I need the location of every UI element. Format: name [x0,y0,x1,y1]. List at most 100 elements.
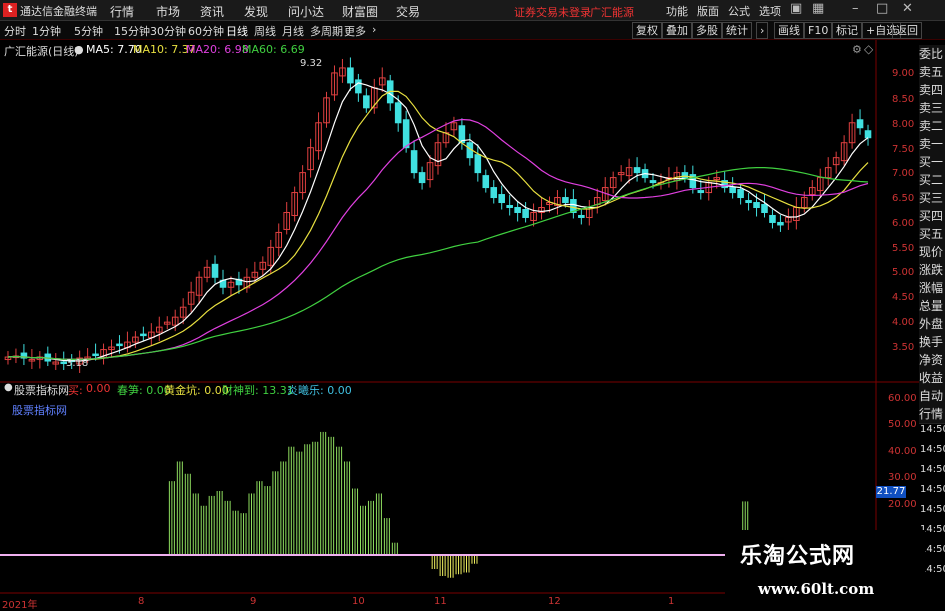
indicator-toggle-icon[interactable]: ● [4,382,13,393]
time-label: 14:50 [920,504,945,515]
side-price[interactable]: 现价 [919,243,945,262]
candle-body [633,167,641,174]
side-buy5[interactable]: 买五 [919,225,945,244]
legend-ma60: MA60: 6.69 [242,43,305,56]
x-axis-label: 9 [250,596,257,607]
side-sell3[interactable]: 卖三 [919,99,945,118]
price-tick: 4.50 [892,292,915,303]
btn-tongji[interactable]: 统计 [722,22,752,39]
side-buy1[interactable]: 买一 [919,153,945,172]
menu-caifuquan[interactable]: 财富圈 [342,3,378,20]
price-tick: 5.00 [892,267,915,278]
login-warning[interactable]: 证券交易未登录 [514,4,591,20]
skin-icon[interactable]: ▣ [790,1,802,16]
btn-fanhui[interactable]: 返回 [892,22,922,39]
btn-biaoji[interactable]: 标记 [832,22,862,39]
btn-duogu[interactable]: 多股 [692,22,722,39]
side-auto[interactable]: 自动 [919,387,945,406]
tf-multi[interactable]: 多周期 [310,23,343,39]
menu-faxian[interactable]: 发现 [244,3,268,20]
minimize-icon[interactable]: – [852,1,859,16]
x-axis-label: 12 [548,596,561,607]
candle-body [116,343,123,347]
menu-wenxiaoda[interactable]: 问小达 [288,3,324,20]
candle-body [498,194,505,204]
tf-5min[interactable]: 5分钟 [74,23,103,39]
side-sell5[interactable]: 卖五 [919,63,945,82]
settings-icon[interactable]: ⚙ [852,43,862,56]
legend-yanyangle: 炎曦乐: 0.00 [287,384,352,397]
side-change-pct[interactable]: 涨幅 [919,279,945,298]
time-label: 14:50 [920,464,945,475]
menu-zixun[interactable]: 资讯 [200,3,224,20]
tf-more[interactable]: 更多 [344,23,366,39]
side-buy3[interactable]: 买三 [919,189,945,208]
kline-chart[interactable] [0,40,945,609]
side-net-assets[interactable]: 净资 [919,351,945,370]
legend-caishen: 财神到: 13.31 [222,384,294,397]
candle-body [474,154,482,174]
tf-1min[interactable]: 1分钟 [32,23,61,39]
price-tick: 7.50 [892,144,915,155]
grid-icon[interactable]: ▦ [812,1,824,16]
menu-shichang[interactable]: 市场 [156,3,180,20]
candle-body [753,202,760,209]
candle-body [697,190,705,194]
btn-diejia[interactable]: 叠加 [662,22,692,39]
tf-60min[interactable]: 60分钟 [188,23,224,39]
x-axis-label: 11 [434,596,447,607]
tf-30min[interactable]: 30分钟 [150,23,186,39]
time-label: 14:50 [920,444,945,455]
menu-xuanxiang[interactable]: 选项 [759,3,781,19]
candle-body [363,95,370,109]
side-volume[interactable]: 总量 [919,297,945,316]
side-weibi[interactable]: 委比 [919,45,945,64]
chevron-icon[interactable]: › [756,22,769,39]
side-earnings[interactable]: 收益 [919,369,945,388]
chart-toggle-icon[interactable]: ● [74,43,84,56]
close-icon[interactable]: ✕ [902,1,913,16]
side-buy4[interactable]: 买四 [919,207,945,226]
moving-average-lines [7,82,869,362]
expand-icon[interactable]: ◇ [864,42,873,56]
maximize-icon[interactable]: □ [876,1,888,16]
btn-huaxian[interactable]: 画线 [774,22,804,39]
legend-buy-value: 0.00 [86,382,111,395]
side-change[interactable]: 涨跌 [919,261,945,280]
indicator-name: 股票指标网 [14,384,69,397]
tf-monthly[interactable]: 月线 [282,23,304,39]
tf-weekly[interactable]: 周线 [254,23,276,39]
candlesticks [4,57,872,373]
tf-fenshi[interactable]: 分时 [4,23,26,39]
side-sell4[interactable]: 卖四 [919,81,945,100]
candle-body [402,119,410,149]
price-tick: 6.00 [892,218,915,229]
menu-gongshi[interactable]: 公式 [728,3,750,19]
side-buy2[interactable]: 买二 [919,171,945,190]
side-sell2[interactable]: 卖二 [919,117,945,136]
ma10-line [7,90,869,361]
candle-body [92,353,99,357]
main-chart-title: 广汇能源(日线) [4,45,79,58]
btn-fuquan[interactable]: 复权 [632,22,662,39]
menu-banmian[interactable]: 版面 [697,3,719,19]
side-quote[interactable]: 行情 [919,405,945,424]
candle-body [761,204,768,213]
indicator-subtitle: 股票指标网 [12,404,67,417]
candle-body [490,187,498,199]
x-axis-label: 10 [352,596,365,607]
tf-15min[interactable]: 15分钟 [114,23,150,39]
side-sell1[interactable]: 卖一 [919,135,945,154]
candle-body [140,333,147,337]
price-tick: 3.50 [892,342,915,353]
side-outer[interactable]: 外盘 [919,315,945,334]
menu-jiaoyi[interactable]: 交易 [396,3,420,20]
indicator-tick: 60.00 [888,393,917,404]
chevron-right-icon[interactable]: › [372,23,376,36]
menu-hangqing[interactable]: 行情 [110,3,134,20]
side-turnover[interactable]: 换手 [919,333,945,352]
indicator-value-tag: 21.77 [876,486,906,498]
btn-f10[interactable]: F10 [804,22,833,39]
tf-daily[interactable]: 日线 [226,23,248,39]
menu-gongneng[interactable]: 功能 [666,3,688,19]
